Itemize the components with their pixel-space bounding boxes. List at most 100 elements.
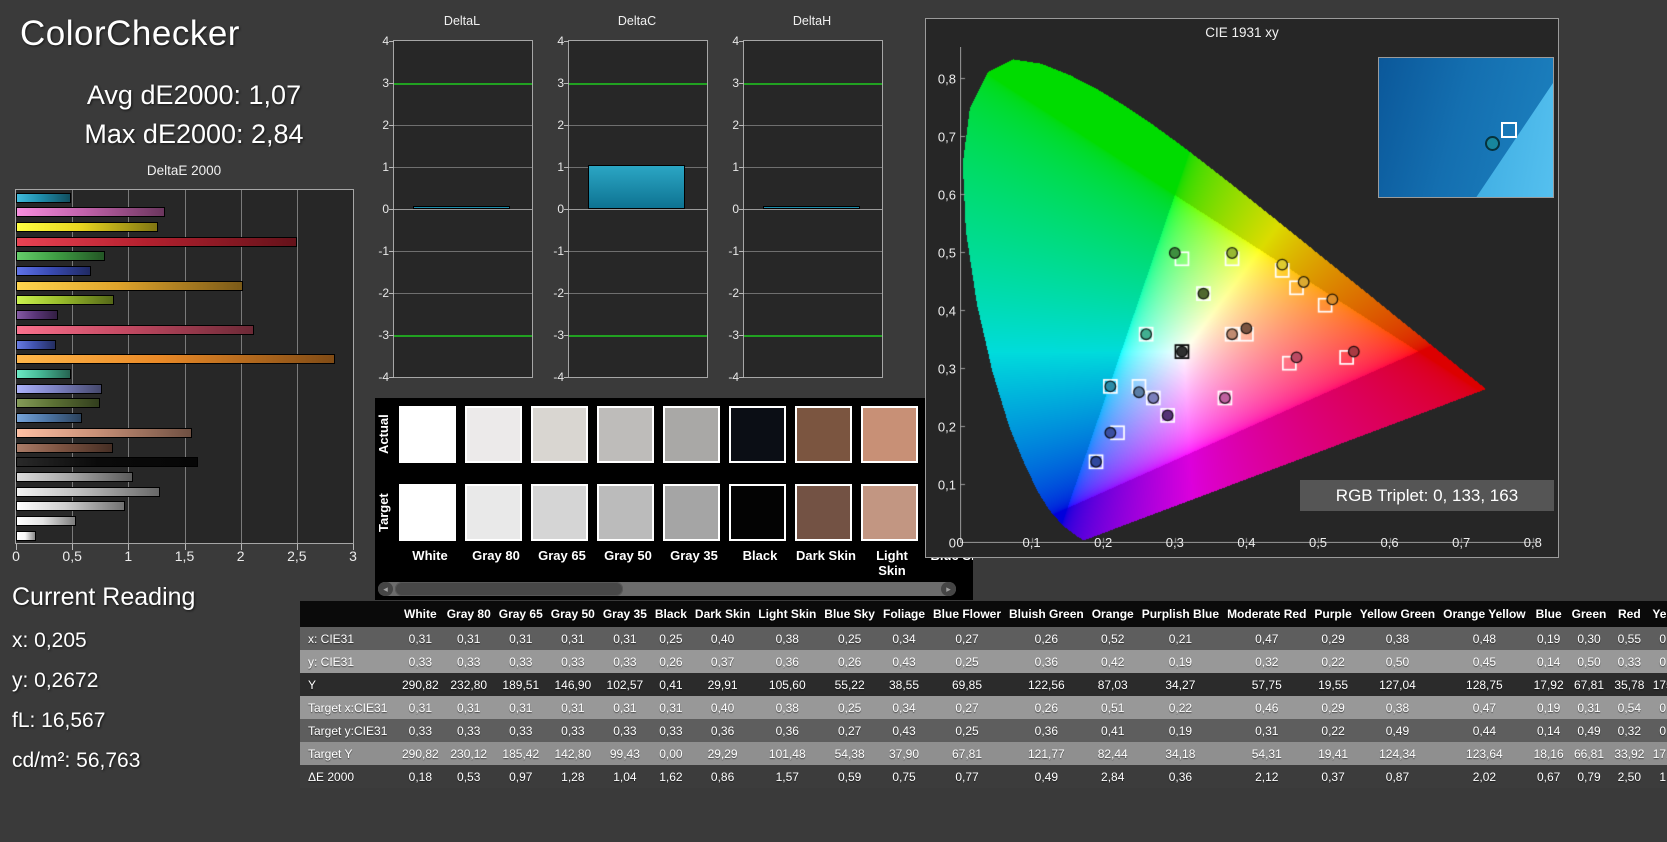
- y-tick-label: 2: [557, 118, 564, 132]
- target-swatch: [861, 484, 918, 541]
- value-cell: 0,34: [892, 700, 916, 715]
- value-cell: 0,19: [1168, 654, 1193, 669]
- grid-line: [569, 251, 707, 252]
- x-tick-label: 1,5: [174, 548, 195, 564]
- value-cell: 0,38: [775, 700, 799, 715]
- value-cell: 0,75: [892, 769, 916, 784]
- actual-swatch: [795, 406, 852, 463]
- column-header-orange: Orange: [1087, 601, 1138, 627]
- column-header-moderate-red: Moderate Red: [1223, 601, 1311, 627]
- value-cell: 0,27: [837, 723, 862, 738]
- value-cell: 0,14: [1536, 654, 1561, 669]
- ref-line: [394, 83, 532, 85]
- x-tick-label: 0,2: [1094, 535, 1113, 550]
- value-cell: 18,16: [1533, 746, 1564, 761]
- column-header-yellow-green: Yellow Green: [1355, 601, 1440, 627]
- avg-de2000-readout: Avg dE2000: 1,07: [86, 80, 302, 110]
- value-cell: 171,48: [1652, 746, 1667, 761]
- value-cell: 0,25: [955, 723, 979, 738]
- deltae-bar-gray-50: [16, 486, 160, 497]
- value-cell: 0,45: [1659, 700, 1667, 715]
- scrollbar-thumb[interactable]: [395, 582, 623, 596]
- value-cell: 0,25: [659, 631, 683, 646]
- actual-swatch: [399, 406, 456, 463]
- value-cell: 0,48: [1659, 654, 1667, 669]
- y-tick-label: 2: [732, 118, 739, 132]
- value-cell: 290,82: [402, 746, 439, 761]
- value-cell: 0,45: [1659, 631, 1667, 646]
- deltae-xticks: 0 0,5 1 1,5 2 2,5 3: [12, 548, 357, 566]
- value-cell: 0,31: [509, 631, 533, 646]
- ref-line: [569, 83, 707, 85]
- swatch-label: Dark Skin: [796, 548, 856, 563]
- axis-tick: [389, 251, 394, 252]
- table-row: y: CIE31 0,33 0,33 0,33 0,33 0,33 0,26 0,37 0,36…: [300, 650, 1667, 673]
- y-tick-label: 0: [557, 202, 564, 216]
- axis-tick: [389, 293, 394, 294]
- deltae-bar-black: [16, 457, 198, 468]
- x-tick-label: 0: [956, 535, 964, 550]
- y-tick-label: 0,1: [937, 477, 956, 493]
- value-cell: 189,51: [502, 677, 540, 692]
- column-header-red: Red: [1610, 601, 1649, 627]
- scroll-right-icon[interactable]: ▸: [941, 582, 956, 596]
- axis-tick: [739, 125, 744, 126]
- grid-line: [744, 125, 882, 126]
- value-cell: 54,38: [834, 746, 865, 761]
- cie-zoom-inset: [1378, 57, 1554, 198]
- row-label: y: CIE31: [308, 654, 355, 669]
- value-cell: 29,91: [707, 677, 738, 692]
- column-header-light-skin: Light Skin: [754, 601, 821, 627]
- value-cell: 0,00: [659, 746, 683, 761]
- y-tick-label: 2: [382, 118, 389, 132]
- value-cell: 128,75: [1466, 677, 1503, 692]
- value-cell: 0,43: [892, 723, 916, 738]
- value-cell: 0,22: [1168, 700, 1193, 715]
- y-tick-label: 4: [557, 34, 564, 48]
- value-cell: 17,92: [1533, 677, 1564, 692]
- value-cell: 0,31: [659, 700, 683, 715]
- grid-line: [744, 209, 882, 210]
- y-tick-label: -4: [728, 370, 739, 384]
- y-tick-label: 0,8: [937, 71, 956, 87]
- deltae-bar-blue-flower: [16, 383, 103, 394]
- value-cell: 0,31: [457, 631, 481, 646]
- deltaL-title: DeltaL: [443, 14, 481, 28]
- value-cell: 0,36: [710, 723, 735, 738]
- value-cell: 0,26: [837, 654, 862, 669]
- value-cell: 0,33: [561, 723, 585, 738]
- value-cell: 0,36: [775, 723, 799, 738]
- value-cell: 0,27: [955, 631, 979, 646]
- y-tick-label: -2: [378, 286, 389, 300]
- grid-line: [296, 190, 298, 543]
- value-cell: 2,50: [1617, 769, 1642, 784]
- column-header-purple: Purple: [1310, 601, 1356, 627]
- value-cell: 0,31: [561, 631, 585, 646]
- row-label: Target Y: [308, 746, 353, 761]
- header-row: White Gray 80 Gray 65 Gray 50 Gray 35 Black Da…: [300, 601, 1667, 627]
- x-tick-label: 3: [349, 548, 357, 564]
- y-tick-label: -1: [728, 244, 739, 258]
- axis-tick: [564, 335, 569, 336]
- swatch-label: Gray 80: [472, 548, 520, 563]
- value-cell: 0,33: [457, 723, 481, 738]
- value-cell: 0,29: [1321, 700, 1345, 715]
- grid-line: [394, 251, 532, 252]
- value-cell: 0,43: [892, 654, 916, 669]
- deltae-bar-gray-80: [16, 516, 76, 527]
- cie1931-title: CIE 1931 xy: [1205, 25, 1279, 40]
- cie1931-panel: CIE 1931 xy 0,1 0,2 0,3 0,4 0,5 0,6 0,7 0,8 0 0 0,…: [925, 18, 1559, 558]
- scroll-left-icon[interactable]: ◂: [378, 582, 393, 596]
- value-cell: 38,55: [888, 677, 919, 692]
- measured-point-icon: [1485, 136, 1500, 151]
- column-header-orange-yellow: Orange Yellow: [1439, 601, 1530, 627]
- value-cell: 0,34: [892, 631, 916, 646]
- value-cell: 102,57: [606, 677, 644, 692]
- axis-tick: [389, 377, 394, 378]
- deltae-bar-orange: [16, 354, 336, 365]
- y-tick-label: 0,5: [937, 245, 956, 261]
- deltaH-bar: [763, 206, 860, 209]
- swatch-scrollbar[interactable]: ◂ ▸: [378, 582, 956, 596]
- value-cell: 0,42: [1101, 654, 1125, 669]
- delta-lch-charts: DeltaL 4 3 2 1 0 -1 -2 -3 -4 DeltaC 4 3 2 1 0 -1 -2 -3 -4 De…: [378, 14, 898, 396]
